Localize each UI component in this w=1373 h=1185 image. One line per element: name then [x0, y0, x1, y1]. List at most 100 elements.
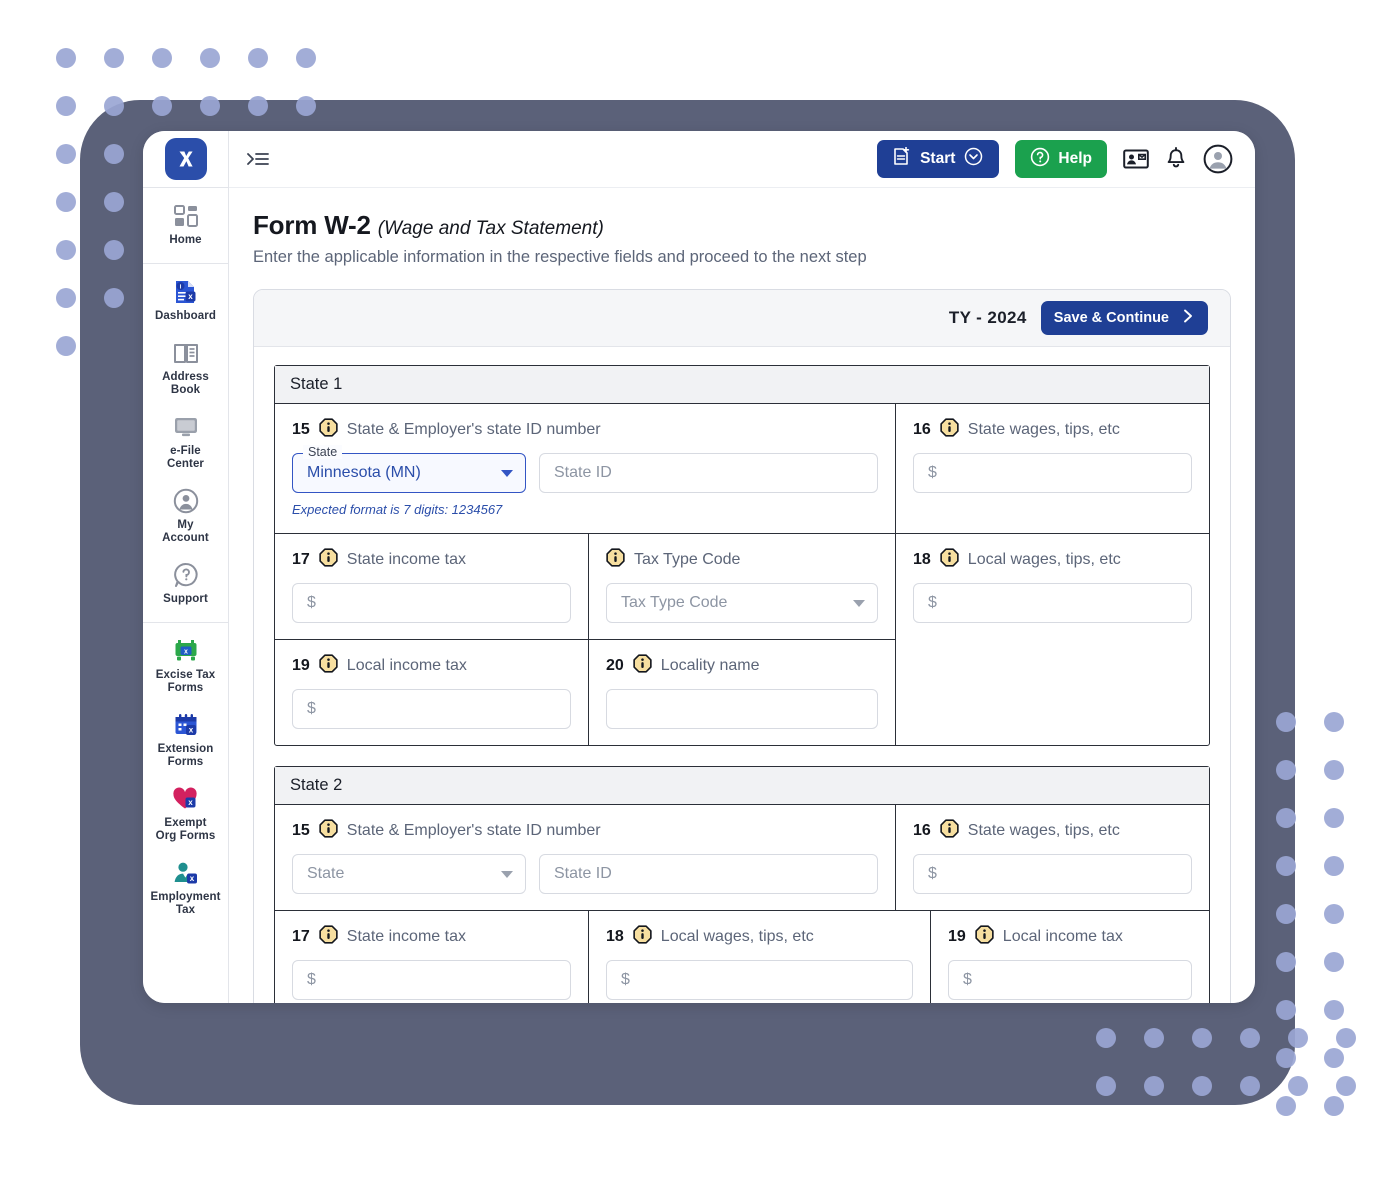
info-icon[interactable] — [319, 654, 338, 678]
state-select-wrap: State — [292, 854, 526, 894]
sidebar-item-dashboard[interactable]: i x Dashboard — [143, 268, 228, 329]
x-logo-icon — [164, 138, 207, 180]
locality-name-input[interactable] — [606, 689, 878, 729]
state-id-wrap: State ID — [539, 453, 878, 493]
local-wages-input[interactable]: $ — [606, 960, 913, 1000]
state-select-wrap: State Minnesota (MN) — [292, 445, 526, 493]
collapse-sidebar-icon[interactable] — [247, 150, 269, 168]
user-avatar-icon[interactable] — [1203, 144, 1233, 174]
field-18-header: 18 Local wages, tips, etc — [606, 925, 913, 949]
sidebar-item-label: e-File Center — [166, 445, 205, 470]
card-header: TY - 2024 Save & Continue — [254, 290, 1230, 347]
notification-bell-icon[interactable] — [1165, 147, 1187, 171]
heart-icon: x — [172, 786, 199, 812]
decorative-dot — [1324, 808, 1344, 828]
local-income-tax-input[interactable]: $ — [292, 689, 571, 729]
page-title: Form W-2 (Wage and Tax Statement) — [253, 210, 1231, 241]
field-16-cell: 16 State wages, tips, etc $ — [895, 805, 1209, 910]
save-and-continue-button[interactable]: Save & Continue — [1040, 301, 1208, 335]
info-icon[interactable] — [319, 925, 338, 949]
start-button[interactable]: Start — [877, 140, 1000, 178]
decorative-dot — [1324, 904, 1344, 924]
svg-text:x: x — [188, 292, 193, 301]
sidebar-item-employment-tax[interactable]: x Employment Tax — [143, 849, 228, 923]
decorative-dot — [1324, 760, 1344, 780]
field-19-label: Local income tax — [346, 657, 467, 674]
decorative-dot — [1192, 1076, 1212, 1096]
app-window: Home i x Dashboard Address Book e-File Center… — [143, 131, 1255, 1003]
app-logo[interactable] — [143, 131, 228, 188]
info-icon[interactable] — [940, 548, 959, 572]
field-15-inputs: State State ID — [292, 854, 878, 894]
sidebar-item-address-book[interactable]: Address Book — [143, 329, 228, 403]
grid-dashboard-icon — [173, 203, 199, 229]
state-id-wrap: State ID — [539, 854, 878, 894]
info-icon[interactable] — [319, 819, 338, 843]
sidebar-item-excise-tax-forms[interactable]: x Excise Tax Forms — [143, 627, 228, 701]
decorative-dot — [56, 192, 76, 212]
contact-card-icon[interactable] — [1123, 148, 1149, 170]
user-circle-icon — [173, 488, 199, 514]
sidebar-item-label: Employment Tax — [150, 891, 221, 916]
state-wages-input[interactable]: $ — [913, 453, 1192, 493]
state-income-tax-input[interactable]: $ — [292, 583, 571, 623]
tax-type-code-select[interactable]: Tax Type Code — [606, 583, 878, 623]
info-icon[interactable] — [319, 418, 338, 442]
local-wages-input[interactable]: $ — [913, 583, 1192, 623]
state-id-input[interactable]: State ID — [539, 854, 878, 894]
help-button[interactable]: Help — [1015, 140, 1107, 178]
field-15-header: 15 State & Employer's state ID number — [292, 819, 878, 843]
decorative-dot — [104, 96, 124, 116]
info-icon[interactable] — [975, 925, 994, 949]
field-17-label: State income tax — [346, 551, 466, 568]
state-1-row-1: 15 State & Employer's state ID number St… — [275, 404, 1209, 533]
tax-type-code-label: Tax Type Code — [634, 551, 741, 568]
state-income-tax-input[interactable]: $ — [292, 960, 571, 1000]
sidebar-item-my-account[interactable]: My Account — [143, 477, 228, 551]
field-16-cell: 16 State wages, tips, etc $ — [895, 404, 1209, 533]
decorative-dot — [104, 48, 124, 68]
main-area: Start Help Form W-2 (Wage and Tax Statem… — [229, 131, 1255, 1003]
decorative-dot — [1336, 1076, 1356, 1096]
sidebar-item-label: Excise Tax Forms — [155, 669, 216, 694]
document-plus-icon — [893, 146, 911, 171]
local-income-tax-input[interactable]: $ — [948, 960, 1192, 1000]
sidebar-item-exempt-org-forms[interactable]: x Exempt Org Forms — [143, 775, 228, 849]
info-icon[interactable] — [633, 925, 652, 949]
truck-icon: x — [172, 638, 200, 664]
decorative-dot — [104, 192, 124, 212]
sidebar-item-home[interactable]: Home — [143, 192, 228, 253]
field-17-number: 17 — [292, 551, 310, 568]
tax-type-code-header: Tax Type Code — [606, 548, 878, 572]
state-select[interactable]: Minnesota (MN) — [292, 453, 526, 493]
state-wages-input[interactable]: $ — [913, 854, 1192, 894]
info-icon[interactable] — [633, 654, 652, 678]
sidebar-item-label: Address Book — [162, 371, 209, 396]
sidebar-group-1: i x Dashboard Address Book e-File Center My A… — [143, 264, 228, 623]
state-id-input[interactable]: State ID — [539, 453, 878, 493]
info-icon[interactable] — [319, 548, 338, 572]
info-icon[interactable] — [606, 548, 625, 572]
decorative-dot — [104, 240, 124, 260]
decorative-dot — [104, 288, 124, 308]
field-17-header: 17 State income tax — [292, 548, 571, 572]
sidebar-item-support[interactable]: Support — [143, 551, 228, 612]
info-icon[interactable] — [940, 819, 959, 843]
decorative-dot — [56, 48, 76, 68]
chevron-right-icon — [1181, 308, 1195, 328]
field-18-number: 18 — [913, 551, 931, 568]
decorative-dot — [1324, 856, 1344, 876]
state-1-left-stack: 17 State income tax $ Tax Type Code Tax … — [275, 534, 895, 745]
state-select[interactable]: State — [292, 854, 526, 894]
sidebar-item-label: Dashboard — [155, 310, 216, 322]
info-icon[interactable] — [940, 418, 959, 442]
field-19-cell: 19 Local income tax $ — [275, 640, 588, 745]
decorative-dot — [152, 48, 172, 68]
decorative-dot — [56, 240, 76, 260]
decorative-dot — [1096, 1028, 1116, 1048]
save-button-label: Save & Continue — [1053, 310, 1169, 326]
top-bar: Start Help — [229, 131, 1255, 188]
sidebar-item-e-file-center[interactable]: e-File Center — [143, 403, 228, 477]
decorative-dot — [1336, 1028, 1356, 1048]
sidebar-item-extension-forms[interactable]: x Extension Forms — [143, 701, 228, 775]
